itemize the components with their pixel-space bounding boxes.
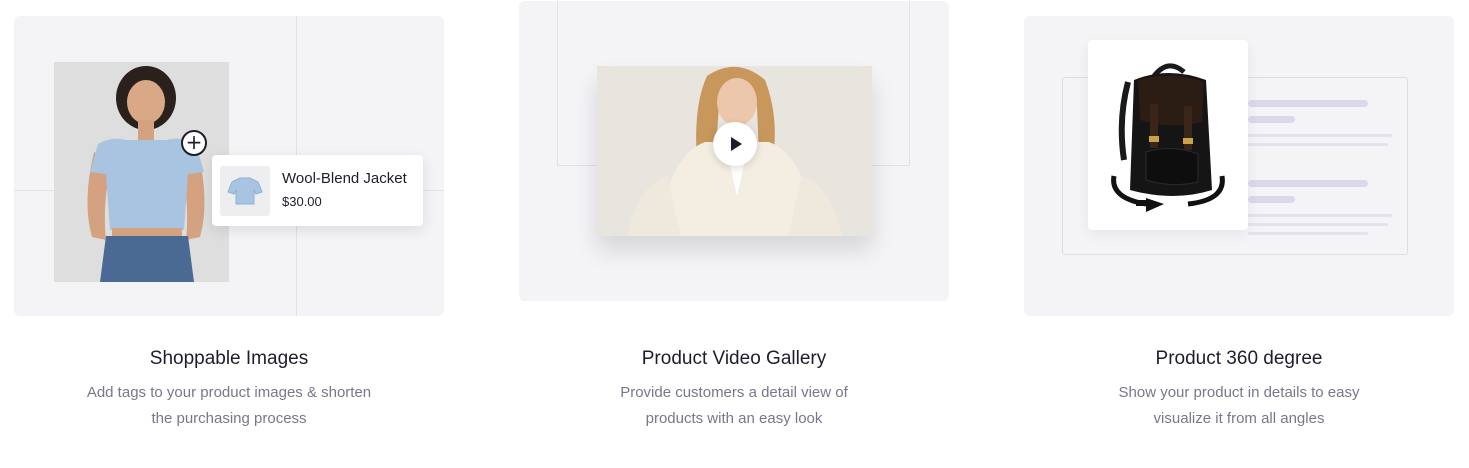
product-360-viewer[interactable] <box>1088 40 1248 230</box>
placeholder-line <box>1248 143 1388 146</box>
placeholder-bar <box>1248 180 1368 187</box>
feature-title-product-360: Product 360 degree <box>1155 348 1323 369</box>
placeholder-bar <box>1248 196 1295 203</box>
placeholder-bar <box>1248 116 1295 123</box>
rotate-360-icon <box>1111 175 1225 212</box>
description-line: visualize it from all angles <box>1153 410 1325 427</box>
product-tag-popup[interactable]: Wool-Blend Jacket $30.00 <box>212 155 423 226</box>
placeholder-line <box>1248 214 1392 217</box>
description-line: Show your product in details to easy <box>1118 384 1360 401</box>
product-name: Wool-Blend Jacket <box>282 170 407 187</box>
feature-title-shoppable-images: Shoppable Images <box>149 348 309 369</box>
product-360-card <box>1024 16 1454 316</box>
product-thumbnail <box>220 166 270 216</box>
feature-title-video-gallery: Product Video Gallery <box>641 348 827 369</box>
feature-description: Show your product in details to easy vis… <box>1024 380 1454 432</box>
grid-line <box>909 1 910 166</box>
description-line: Provide customers a detail view of <box>620 384 848 401</box>
description-line: products with an easy look <box>645 410 823 427</box>
feature-description: Provide customers a detail view of produ… <box>519 380 949 432</box>
grid-line <box>557 1 558 166</box>
placeholder-line <box>1248 223 1388 226</box>
plus-icon[interactable]: + <box>181 130 207 156</box>
placeholder-bar <box>1248 100 1368 107</box>
placeholder-line <box>1248 232 1368 235</box>
product-price: $30.00 <box>282 194 322 209</box>
feature-description: Add tags to your product images & shorte… <box>14 380 444 432</box>
play-icon[interactable] <box>713 122 757 166</box>
shoppable-images-card: + Wool-Blend Jacket $30.00 <box>14 16 444 316</box>
video-gallery-card <box>519 1 949 301</box>
model-photo <box>54 62 229 282</box>
description-line: Add tags to your product images & shorte… <box>86 384 372 401</box>
description-line: the purchasing process <box>151 410 307 427</box>
placeholder-line <box>1248 134 1392 137</box>
